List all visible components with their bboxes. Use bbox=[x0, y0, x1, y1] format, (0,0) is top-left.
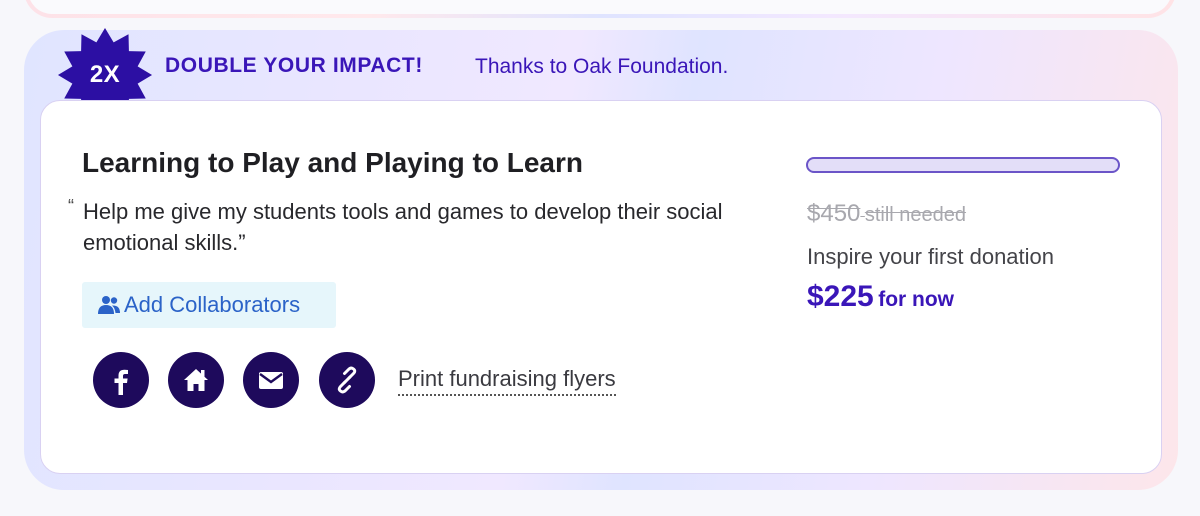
impact-title: DOUBLE YOUR IMPACT! bbox=[165, 54, 423, 77]
facebook-icon bbox=[114, 369, 128, 395]
match-amount-text: $225 for now bbox=[807, 280, 954, 314]
funding-progress-bar bbox=[806, 157, 1120, 173]
project-title[interactable]: Learning to Play and Playing to Learn bbox=[82, 147, 583, 179]
add-collaborators-button[interactable]: Add Collaborators bbox=[82, 282, 336, 328]
email-icon bbox=[259, 372, 283, 389]
needed-label: still needed bbox=[864, 204, 967, 226]
project-quote: Help me give my students tools and games… bbox=[83, 199, 723, 255]
impact-subtitle: Thanks to Oak Foundation. bbox=[475, 55, 729, 78]
people-icon bbox=[98, 296, 120, 314]
link-icon bbox=[337, 366, 357, 394]
share-link-button[interactable] bbox=[319, 352, 375, 408]
still-needed-text: $450 still needed bbox=[807, 200, 966, 228]
inspire-text: Inspire your first donation bbox=[807, 244, 1055, 269]
previous-card-edge bbox=[24, 0, 1176, 18]
needed-amount: $450 bbox=[807, 200, 861, 227]
share-facebook-button[interactable] bbox=[93, 352, 149, 408]
now-label: for now bbox=[878, 288, 955, 311]
now-amount: $225 bbox=[807, 280, 874, 313]
quote-open-mark: “ bbox=[68, 196, 74, 216]
add-collaborators-label: Add Collaborators bbox=[124, 292, 301, 317]
share-home-button[interactable] bbox=[168, 352, 224, 408]
print-flyers-link[interactable]: Print fundraising flyers bbox=[398, 366, 616, 396]
home-icon bbox=[184, 369, 208, 391]
share-email-button[interactable] bbox=[243, 352, 299, 408]
